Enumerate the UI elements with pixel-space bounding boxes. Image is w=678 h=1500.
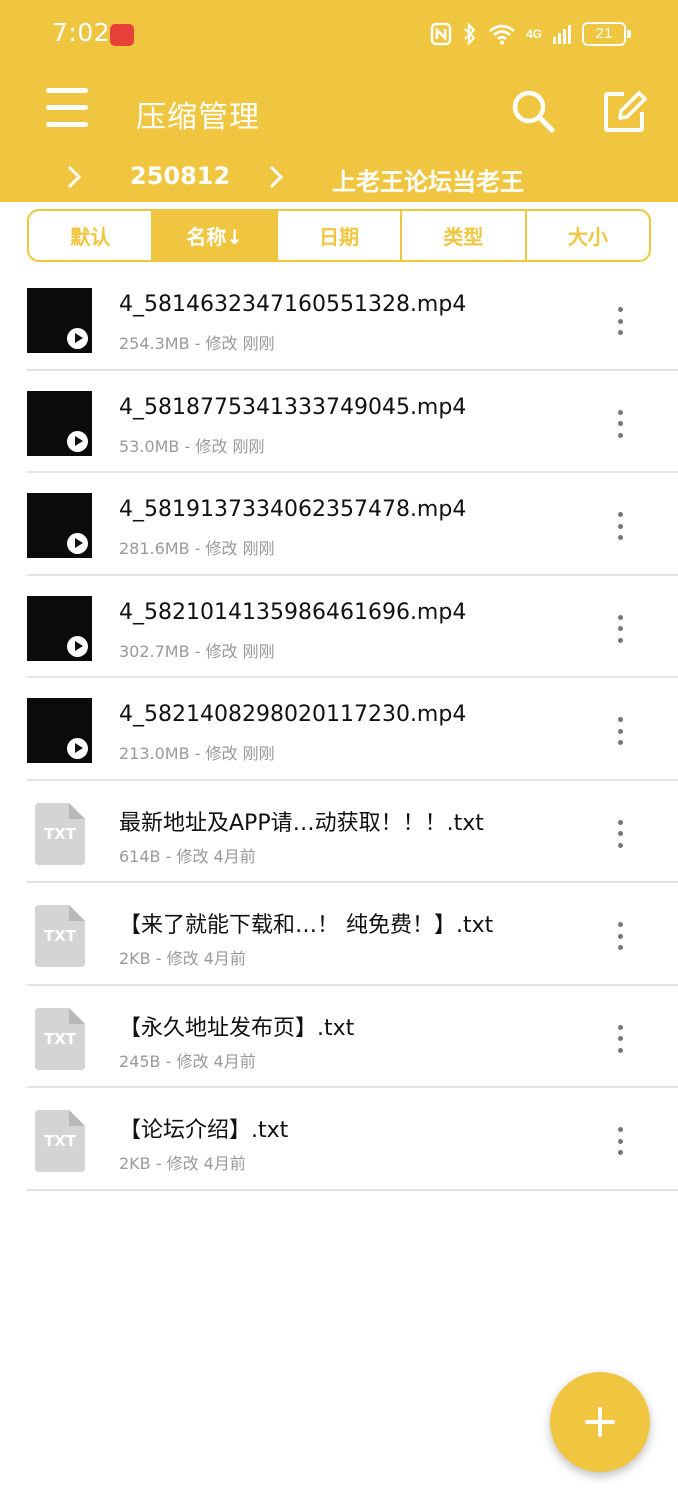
file-name: 4_5819137334062357478.mp4 xyxy=(119,497,467,522)
more-options-icon[interactable] xyxy=(608,919,632,953)
list-item[interactable]: 4_5818775341333749045.mp4 53.0MB - 修改 刚刚 xyxy=(0,371,678,473)
file-name: 最新地址及APP请…动获取！！！.txt xyxy=(119,810,484,836)
hamburger-menu-icon[interactable] xyxy=(46,88,90,130)
edit-icon[interactable] xyxy=(602,90,648,134)
file-name: 【永久地址发布页】.txt xyxy=(119,1015,355,1041)
txt-file-icon: TXT xyxy=(35,802,85,865)
wifi-icon xyxy=(489,24,515,45)
file-name: 4_5821408298020117230.mp4 xyxy=(119,702,467,727)
bluetooth-icon xyxy=(464,22,476,46)
list-item[interactable]: TXT 【永久地址发布页】.txt 245B - 修改 4月前 xyxy=(0,986,678,1088)
play-icon xyxy=(67,328,88,349)
sort-tab-size[interactable]: 大小 xyxy=(527,211,649,260)
sort-tab-name[interactable]: 名称↓ xyxy=(153,211,278,260)
page-title: 压缩管理 xyxy=(136,100,260,135)
toolbar: 压缩管理 xyxy=(0,72,678,152)
list-item[interactable]: 4_5821408298020117230.mp4 213.0MB - 修改 刚… xyxy=(0,678,678,781)
sort-tab-type[interactable]: 类型 xyxy=(402,211,527,260)
file-meta: 2KB - 修改 4月前 xyxy=(119,949,246,968)
video-thumbnail xyxy=(27,595,92,661)
play-icon xyxy=(67,635,88,657)
sort-tab-date[interactable]: 日期 xyxy=(278,211,403,260)
file-meta: 2KB - 修改 4月前 xyxy=(119,1154,246,1173)
more-options-icon[interactable] xyxy=(608,714,632,748)
file-name: 4_5821014135986461696.mp4 xyxy=(119,599,467,625)
file-name: 4_5814632347160551328.mp4 xyxy=(119,292,467,317)
breadcrumb: 250812 上老王论坛当老王 xyxy=(0,158,678,202)
play-icon xyxy=(67,738,88,759)
play-icon xyxy=(67,430,88,452)
play-icon xyxy=(67,533,88,554)
more-options-icon[interactable] xyxy=(608,509,632,543)
add-button[interactable] xyxy=(550,1372,650,1472)
more-options-icon[interactable] xyxy=(608,817,632,851)
chevron-right-icon xyxy=(269,165,284,189)
nfc-icon xyxy=(430,22,452,46)
sort-tab-default[interactable]: 默认 xyxy=(29,211,154,260)
sort-tabs: 默认 名称↓ 日期 类型 大小 xyxy=(27,209,651,262)
txt-icon-label: TXT xyxy=(44,825,77,843)
app-header: 7:02 4G 21 压缩管理 250812 上老王论坛当老王 xyxy=(0,0,678,202)
breadcrumb-item-folder[interactable]: 250812 xyxy=(130,162,230,190)
file-meta: 281.6MB - 修改 刚刚 xyxy=(119,539,275,558)
video-thumbnail xyxy=(27,698,92,763)
file-list: 4_5814632347160551328.mp4 254.3MB - 修改 刚… xyxy=(0,268,678,1191)
file-name: 【来了就能下载和…！ 纯免费！】.txt xyxy=(119,913,494,938)
signal-icon xyxy=(553,25,571,44)
list-item[interactable]: TXT 【来了就能下载和…！ 纯免费！】.txt 2KB - 修改 4月前 xyxy=(0,883,678,986)
more-options-icon[interactable] xyxy=(608,407,632,441)
txt-icon-label: TXT xyxy=(44,1030,77,1048)
video-thumbnail xyxy=(27,390,92,456)
file-meta: 302.7MB - 修改 刚刚 xyxy=(119,641,275,661)
txt-file-icon: TXT xyxy=(35,1007,85,1070)
video-thumbnail xyxy=(27,493,92,558)
breadcrumb-item-current[interactable]: 上老王论坛当老王 xyxy=(332,162,524,197)
status-time: 7:02 xyxy=(52,18,111,47)
list-item[interactable]: TXT 【论坛介绍】.txt 2KB - 修改 4月前 xyxy=(0,1088,678,1191)
battery-icon: 21 xyxy=(582,22,631,46)
network-type-label: 4G xyxy=(525,27,542,41)
plus-icon xyxy=(585,1407,615,1437)
list-item[interactable]: 4_5821014135986461696.mp4 302.7MB - 修改 刚… xyxy=(0,576,678,678)
list-item[interactable]: 4_5814632347160551328.mp4 254.3MB - 修改 刚… xyxy=(0,268,678,371)
more-options-icon[interactable] xyxy=(608,304,632,338)
notification-app-icon xyxy=(110,24,134,46)
divider xyxy=(27,1188,678,1191)
file-meta: 254.3MB - 修改 刚刚 xyxy=(119,334,275,353)
status-bar: 7:02 4G 21 xyxy=(0,0,678,70)
video-thumbnail xyxy=(27,288,92,353)
more-options-icon[interactable] xyxy=(608,1124,632,1158)
status-icons: 4G 21 xyxy=(430,20,631,48)
file-meta: 614B - 修改 4月前 xyxy=(119,846,256,866)
more-options-icon[interactable] xyxy=(608,612,632,646)
txt-icon-label: TXT xyxy=(44,1132,77,1150)
search-icon[interactable] xyxy=(510,88,556,134)
list-item[interactable]: 4_5819137334062357478.mp4 281.6MB - 修改 刚… xyxy=(0,473,678,576)
txt-icon-label: TXT xyxy=(44,927,77,945)
list-item[interactable]: TXT 最新地址及APP请…动获取！！！.txt 614B - 修改 4月前 xyxy=(0,781,678,883)
chevron-right-icon xyxy=(67,165,82,189)
file-name: 【论坛介绍】.txt xyxy=(119,1118,289,1143)
more-options-icon[interactable] xyxy=(608,1022,632,1056)
file-meta: 53.0MB - 修改 刚刚 xyxy=(119,436,265,456)
file-meta: 245B - 修改 4月前 xyxy=(119,1051,256,1071)
txt-file-icon: TXT xyxy=(35,905,85,967)
file-meta: 213.0MB - 修改 刚刚 xyxy=(119,744,275,763)
txt-file-icon: TXT xyxy=(35,1110,85,1172)
file-name: 4_5818775341333749045.mp4 xyxy=(119,394,467,420)
